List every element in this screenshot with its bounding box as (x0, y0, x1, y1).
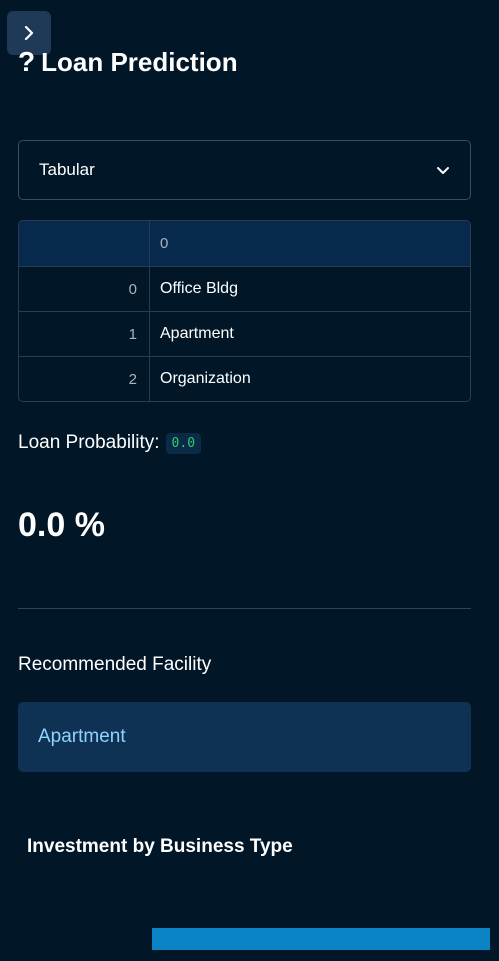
loan-probability-code: 0.0 (165, 432, 202, 454)
recommended-facility-label: Recommended Facility (18, 654, 212, 675)
table-row-index: 2 (19, 357, 150, 401)
table-row-index: 1 (19, 312, 150, 356)
table-header-row: 0 (19, 221, 470, 266)
table-row: 1 Apartment (19, 311, 470, 356)
chart-title: Investment by Business Type (27, 836, 293, 857)
probability-metric: 0.0 % (18, 506, 105, 544)
data-table: 0 0 Office Bldg 1 Apartment 2 Organizati… (18, 220, 471, 402)
chevron-right-icon (24, 26, 34, 40)
view-mode-select[interactable]: Tabular (18, 140, 471, 200)
table-row-index: 0 (19, 267, 150, 311)
table-index-header (19, 221, 150, 266)
table-column-header[interactable]: 0 (150, 221, 470, 266)
loan-probability-label: Loan Probability: (18, 432, 160, 453)
select-value: Tabular (39, 160, 95, 179)
recommended-facility-value: Apartment (38, 726, 126, 747)
chevron-down-icon (437, 167, 449, 174)
table-row: 2 Organization (19, 356, 470, 401)
table-cell[interactable]: Organization (150, 357, 470, 401)
table-cell[interactable]: Apartment (150, 312, 470, 356)
chart-bar (152, 928, 490, 950)
page-title-text: Loan Prediction (41, 47, 238, 77)
app-page: ? Loan Prediction Tabular 0 0 Office Bld… (0, 0, 499, 961)
question-mark-icon: ? (18, 46, 36, 77)
table-row: 0 Office Bldg (19, 266, 470, 311)
page-title: ? Loan Prediction (18, 44, 238, 80)
recommended-facility-box: Apartment (18, 702, 471, 772)
table-cell[interactable]: Office Bldg (150, 267, 470, 311)
loan-probability: Loan Probability: 0.0 (18, 432, 202, 454)
divider (18, 608, 471, 609)
